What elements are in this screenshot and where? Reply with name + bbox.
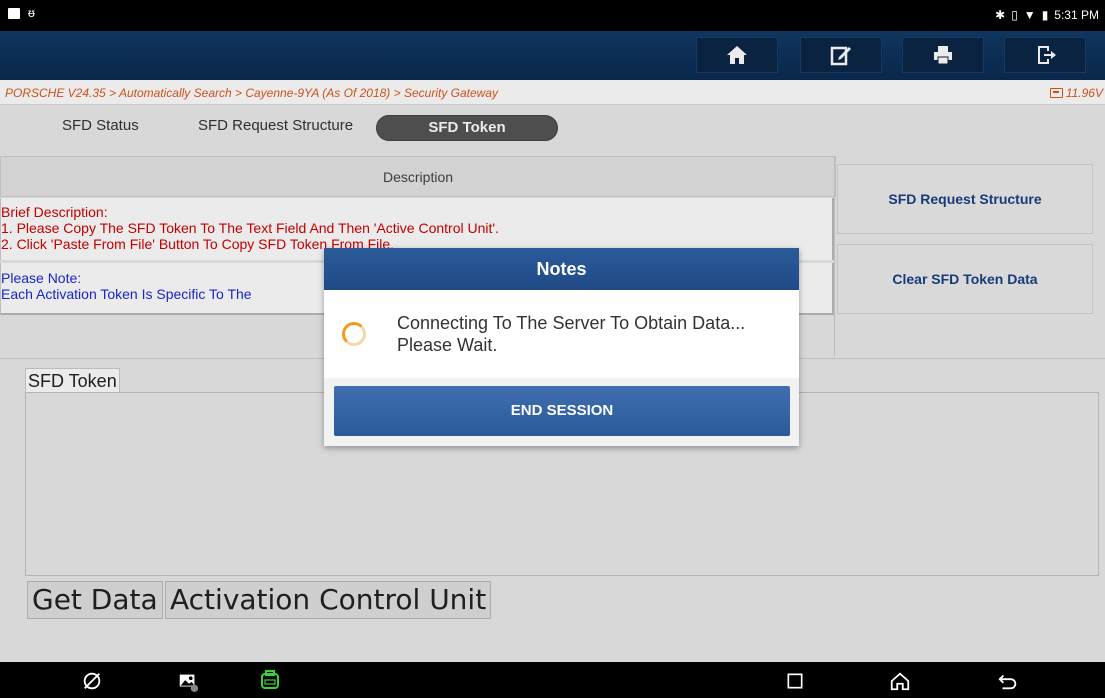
wifi-icon: ▼	[1023, 8, 1036, 22]
end-session-button[interactable]: END SESSION	[334, 386, 790, 436]
notes-dialog: Notes Connecting To The Server To Obtain…	[324, 248, 799, 446]
gallery-icon[interactable]	[176, 669, 200, 693]
battery-icon: ▮	[1041, 8, 1049, 22]
usb-debug-icon: ᵿ	[28, 6, 35, 20]
loading-spinner-icon	[342, 322, 366, 346]
vci-icon[interactable]	[258, 669, 282, 693]
back-button[interactable]	[996, 669, 1020, 693]
recents-button[interactable]	[783, 669, 807, 693]
dialog-message: Connecting To The Server To Obtain Data.…	[397, 313, 746, 355]
dialog-title: Notes	[324, 248, 799, 290]
bluetooth-icon: ✱	[995, 8, 1006, 22]
gallery-notification-icon	[8, 7, 20, 19]
status-bar: ᵿ ✱ ▯ ▼ ▮ 5:31 PM	[0, 0, 1105, 31]
browser-icon[interactable]	[80, 669, 104, 693]
vibrate-icon: ▯	[1011, 8, 1018, 22]
navigation-bar	[0, 662, 1105, 698]
dialog-body: Connecting To The Server To Obtain Data.…	[324, 290, 799, 378]
home-nav-button[interactable]	[888, 669, 912, 693]
clock: 5:31 PM	[1054, 8, 1099, 22]
